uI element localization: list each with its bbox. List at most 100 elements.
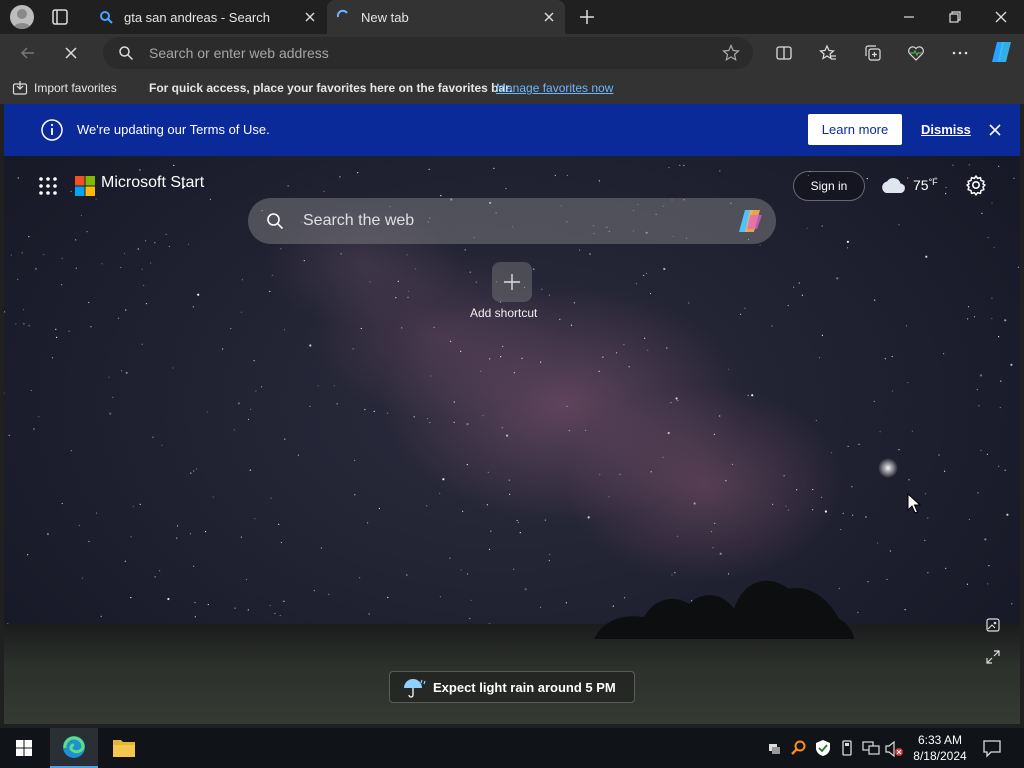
add-shortcut-label[interactable]: Add shortcut xyxy=(470,306,537,320)
taskbar-clock[interactable]: 6:33 AM 8/18/2024 xyxy=(908,732,972,764)
tray-device-icon[interactable] xyxy=(767,740,781,756)
copilot-icon[interactable] xyxy=(736,207,766,235)
microsoft-start-brand[interactable]: Microsoft Start xyxy=(101,174,204,192)
star xyxy=(378,507,380,510)
star xyxy=(486,504,488,506)
background-image-icon[interactable] xyxy=(986,618,1000,632)
star xyxy=(579,249,581,251)
star xyxy=(453,421,455,423)
star xyxy=(27,554,29,556)
star xyxy=(670,402,672,404)
star xyxy=(1010,363,1013,366)
expand-icon[interactable] xyxy=(986,650,1000,664)
tray-network-icon[interactable] xyxy=(862,740,880,756)
star xyxy=(100,615,102,617)
tab-actions-icon[interactable] xyxy=(50,8,70,26)
star xyxy=(23,309,25,311)
star xyxy=(428,168,430,170)
file-explorer-taskbar-button[interactable] xyxy=(100,728,148,768)
star xyxy=(270,497,272,499)
import-favorites-icon[interactable] xyxy=(12,80,28,96)
tab-new-tab[interactable]: New tab xyxy=(327,0,565,34)
star xyxy=(645,272,648,274)
import-favorites-button[interactable]: Import favorites xyxy=(34,81,117,95)
star xyxy=(847,445,849,447)
cloud-weather-icon[interactable] xyxy=(879,175,907,195)
close-tab-icon[interactable] xyxy=(302,9,318,25)
minimize-icon[interactable] xyxy=(900,8,918,26)
close-tab-icon[interactable] xyxy=(541,9,557,25)
settings-gear-icon[interactable] xyxy=(965,174,987,196)
copilot-icon[interactable] xyxy=(989,39,1015,65)
apps-grid-icon[interactable] xyxy=(38,176,58,196)
star xyxy=(460,350,462,352)
star xyxy=(130,597,132,599)
tray-usb-icon[interactable] xyxy=(840,739,854,757)
star xyxy=(177,525,179,527)
temperature-readout[interactable]: 75°F xyxy=(913,177,938,193)
banner-message: We're updating our Terms of Use. xyxy=(77,122,270,137)
collections-icon[interactable] xyxy=(864,44,882,62)
star xyxy=(234,607,236,609)
star xyxy=(413,416,415,418)
star xyxy=(787,304,789,307)
address-bar[interactable]: Search or enter web address xyxy=(103,37,753,69)
learn-more-button[interactable]: Learn more xyxy=(808,114,902,145)
star xyxy=(462,510,464,512)
favorites-icon[interactable] xyxy=(819,44,837,62)
star xyxy=(284,438,286,440)
star xyxy=(533,268,535,270)
close-window-icon[interactable] xyxy=(992,8,1010,26)
star xyxy=(487,471,489,473)
star xyxy=(442,478,445,481)
star xyxy=(991,317,993,320)
tray-security-shield-icon[interactable] xyxy=(815,739,831,757)
star xyxy=(373,410,375,412)
restore-icon[interactable] xyxy=(946,8,964,26)
dismiss-link[interactable]: Dismiss xyxy=(921,122,971,137)
star xyxy=(283,329,286,331)
star xyxy=(287,185,289,187)
favorite-star-icon[interactable] xyxy=(722,44,740,62)
new-tab-plus-icon[interactable] xyxy=(578,8,596,26)
browser-essentials-icon[interactable] xyxy=(907,44,925,62)
weather-alert-pill[interactable]: Expect light rain around 5 PM xyxy=(389,671,635,703)
stop-loading-icon[interactable] xyxy=(62,44,80,62)
add-shortcut-button[interactable] xyxy=(492,262,532,302)
star xyxy=(968,164,970,166)
star xyxy=(117,317,120,319)
split-screen-icon[interactable] xyxy=(775,44,793,62)
profile-avatar-icon[interactable] xyxy=(10,5,34,29)
star xyxy=(360,327,362,330)
star xyxy=(598,180,600,182)
star xyxy=(194,602,196,604)
star xyxy=(253,360,255,362)
edge-taskbar-button[interactable] xyxy=(50,728,98,768)
umbrella-rain-icon xyxy=(402,678,426,698)
star xyxy=(891,355,893,358)
star xyxy=(359,577,361,579)
tab-search[interactable]: gta san andreas - Search xyxy=(90,0,326,34)
tray-volume-muted-icon[interactable] xyxy=(884,740,904,758)
close-banner-icon[interactable] xyxy=(987,122,1003,138)
star xyxy=(867,581,869,583)
star xyxy=(693,502,696,505)
star xyxy=(195,468,198,470)
star xyxy=(608,496,610,498)
star xyxy=(521,357,523,359)
star xyxy=(836,277,839,280)
more-options-icon[interactable] xyxy=(951,44,969,62)
plus-icon xyxy=(504,274,520,290)
manage-favorites-link[interactable]: Manage favorites now xyxy=(496,81,613,95)
star xyxy=(466,464,468,466)
star xyxy=(739,313,742,315)
start-button[interactable] xyxy=(0,728,48,768)
back-arrow-icon[interactable] xyxy=(19,44,37,62)
tray-search-icon[interactable] xyxy=(790,739,808,757)
notifications-icon[interactable] xyxy=(982,738,1002,758)
star xyxy=(204,531,207,533)
mouse-cursor-icon xyxy=(907,493,921,515)
star xyxy=(352,348,354,350)
sign-in-button[interactable]: Sign in xyxy=(793,171,865,201)
web-search-box[interactable]: Search the web xyxy=(248,198,776,244)
